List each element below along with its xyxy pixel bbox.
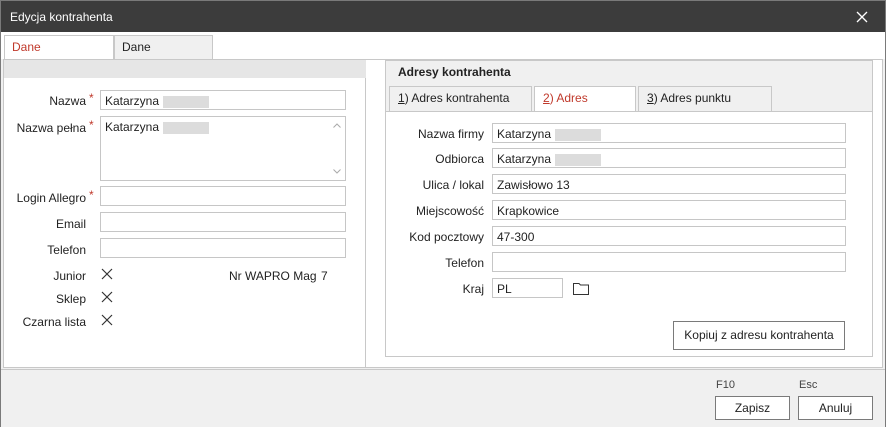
required-mark: * [89, 118, 94, 132]
kod-pocztowy-input[interactable]: 47-300 [492, 226, 846, 246]
dialog-window: Edycja kontrahenta Dane podstawowe Dane … [0, 0, 886, 427]
nazwa-firmy-value: Katarzyna [497, 127, 552, 141]
czarna-lista-checkbox-x-icon[interactable] [100, 313, 114, 327]
folder-icon[interactable] [573, 282, 589, 295]
tab-adres-kontrahenta[interactable]: 1) Adres kontrahenta (FV) [389, 86, 532, 128]
tab-shortcut-key: 2 [543, 91, 550, 105]
nazwa-value: Katarzyna [105, 94, 160, 108]
odbiorca-input[interactable]: Katarzyna [492, 148, 846, 168]
address-form: Nazwa firmy Katarzyna Odbiorca Katarzyna… [386, 111, 872, 356]
redacted-text [555, 128, 602, 141]
dialog-footer: F10 Esc Zapisz Anuluj [1, 369, 885, 427]
close-icon [856, 11, 868, 22]
nr-wapro-label: Nr WAPRO Mag [229, 269, 317, 283]
title-bar: Edycja kontrahenta [1, 1, 885, 32]
kraj-label: Kraj [462, 282, 484, 296]
redacted-text [555, 153, 602, 166]
main-tabs: Dane podstawowe Dane dodatkowe [1, 32, 885, 76]
miejscowosc-input[interactable]: Krapkowice [492, 200, 846, 220]
email-label: Email [55, 217, 86, 231]
tab-adres-punktu-odbioru[interactable]: 3) Adres punktu odbioru [638, 86, 772, 128]
telefon-label: Telefon [47, 243, 86, 257]
addresses-panel: Adresy kontrahenta 1) Adres kontrahenta … [385, 60, 873, 357]
scroll-down-icon[interactable] [333, 169, 341, 174]
junior-label: Junior [53, 269, 86, 283]
czarna-lista-label: Czarna lista [22, 315, 86, 329]
kod-pocztowy-label: Kod pocztowy [409, 230, 484, 244]
tab-adres-wysylki[interactable]: 2) Adres wysyłki [534, 86, 636, 128]
copy-address-button[interactable]: Kopiuj z adresu kontrahenta [673, 321, 845, 350]
required-mark: * [89, 91, 94, 105]
ulica-label: Ulica / lokal [422, 178, 484, 192]
nazwa-label: Nazwa [49, 94, 86, 108]
tab-dane-dodatkowe[interactable]: Dane dodatkowe [114, 35, 213, 76]
close-button[interactable] [839, 1, 885, 32]
odbiorca-label: Odbiorca [435, 152, 484, 166]
nazwa-firmy-input[interactable]: Katarzyna [492, 123, 846, 143]
nr-wapro-value: 7 [321, 269, 328, 283]
cancel-button[interactable]: Anuluj [798, 396, 873, 420]
email-input[interactable] [100, 212, 346, 232]
odbiorca-value: Katarzyna [497, 152, 552, 166]
login-allegro-label: Login Allegro [16, 191, 86, 205]
redacted-text [163, 95, 210, 108]
telefon-label: Telefon [445, 256, 484, 270]
nazwa-pelna-textarea[interactable]: Katarzyna [100, 116, 346, 181]
scroll-up-icon[interactable] [333, 123, 341, 128]
sklep-label: Sklep [55, 292, 86, 306]
required-mark: * [89, 188, 94, 202]
address-tabs: 1) Adres kontrahenta (FV) 2) Adres wysył… [386, 86, 872, 128]
window-title: Edycja kontrahenta [10, 10, 113, 24]
nazwa-pelna-value: Katarzyna [105, 120, 160, 134]
telefon-address-input[interactable] [492, 252, 846, 272]
tab-shortcut-key: 3 [647, 91, 654, 105]
nazwa-pelna-label: Nazwa pełna [16, 121, 86, 135]
sklep-checkbox-x-icon[interactable] [100, 290, 114, 304]
basic-data-panel: Nazwa * Katarzyna Nazwa pełna * Katarzyn… [4, 60, 366, 367]
tab-dane-podstawowe[interactable]: Dane podstawowe [4, 35, 114, 76]
ulica-input[interactable]: Zawisłowo 13 [492, 174, 846, 194]
nazwa-input[interactable]: Katarzyna [100, 90, 346, 110]
addresses-title: Adresy kontrahenta [398, 65, 511, 79]
kraj-input[interactable]: PL [492, 278, 563, 298]
tab-content: Nazwa * Katarzyna Nazwa pełna * Katarzyn… [3, 59, 883, 368]
cancel-shortcut-hint: Esc [799, 379, 818, 391]
save-shortcut-hint: F10 [716, 379, 735, 391]
junior-checkbox-x-icon[interactable] [100, 267, 114, 281]
panel-header [4, 60, 366, 78]
login-allegro-input[interactable] [100, 186, 346, 206]
miejscowosc-label: Miejscowość [415, 204, 484, 218]
nazwa-firmy-label: Nazwa firmy [417, 127, 484, 141]
redacted-text [163, 121, 210, 134]
save-button[interactable]: Zapisz [715, 396, 790, 420]
tab-shortcut-key: 1 [398, 91, 405, 105]
telefon-input[interactable] [100, 238, 346, 258]
